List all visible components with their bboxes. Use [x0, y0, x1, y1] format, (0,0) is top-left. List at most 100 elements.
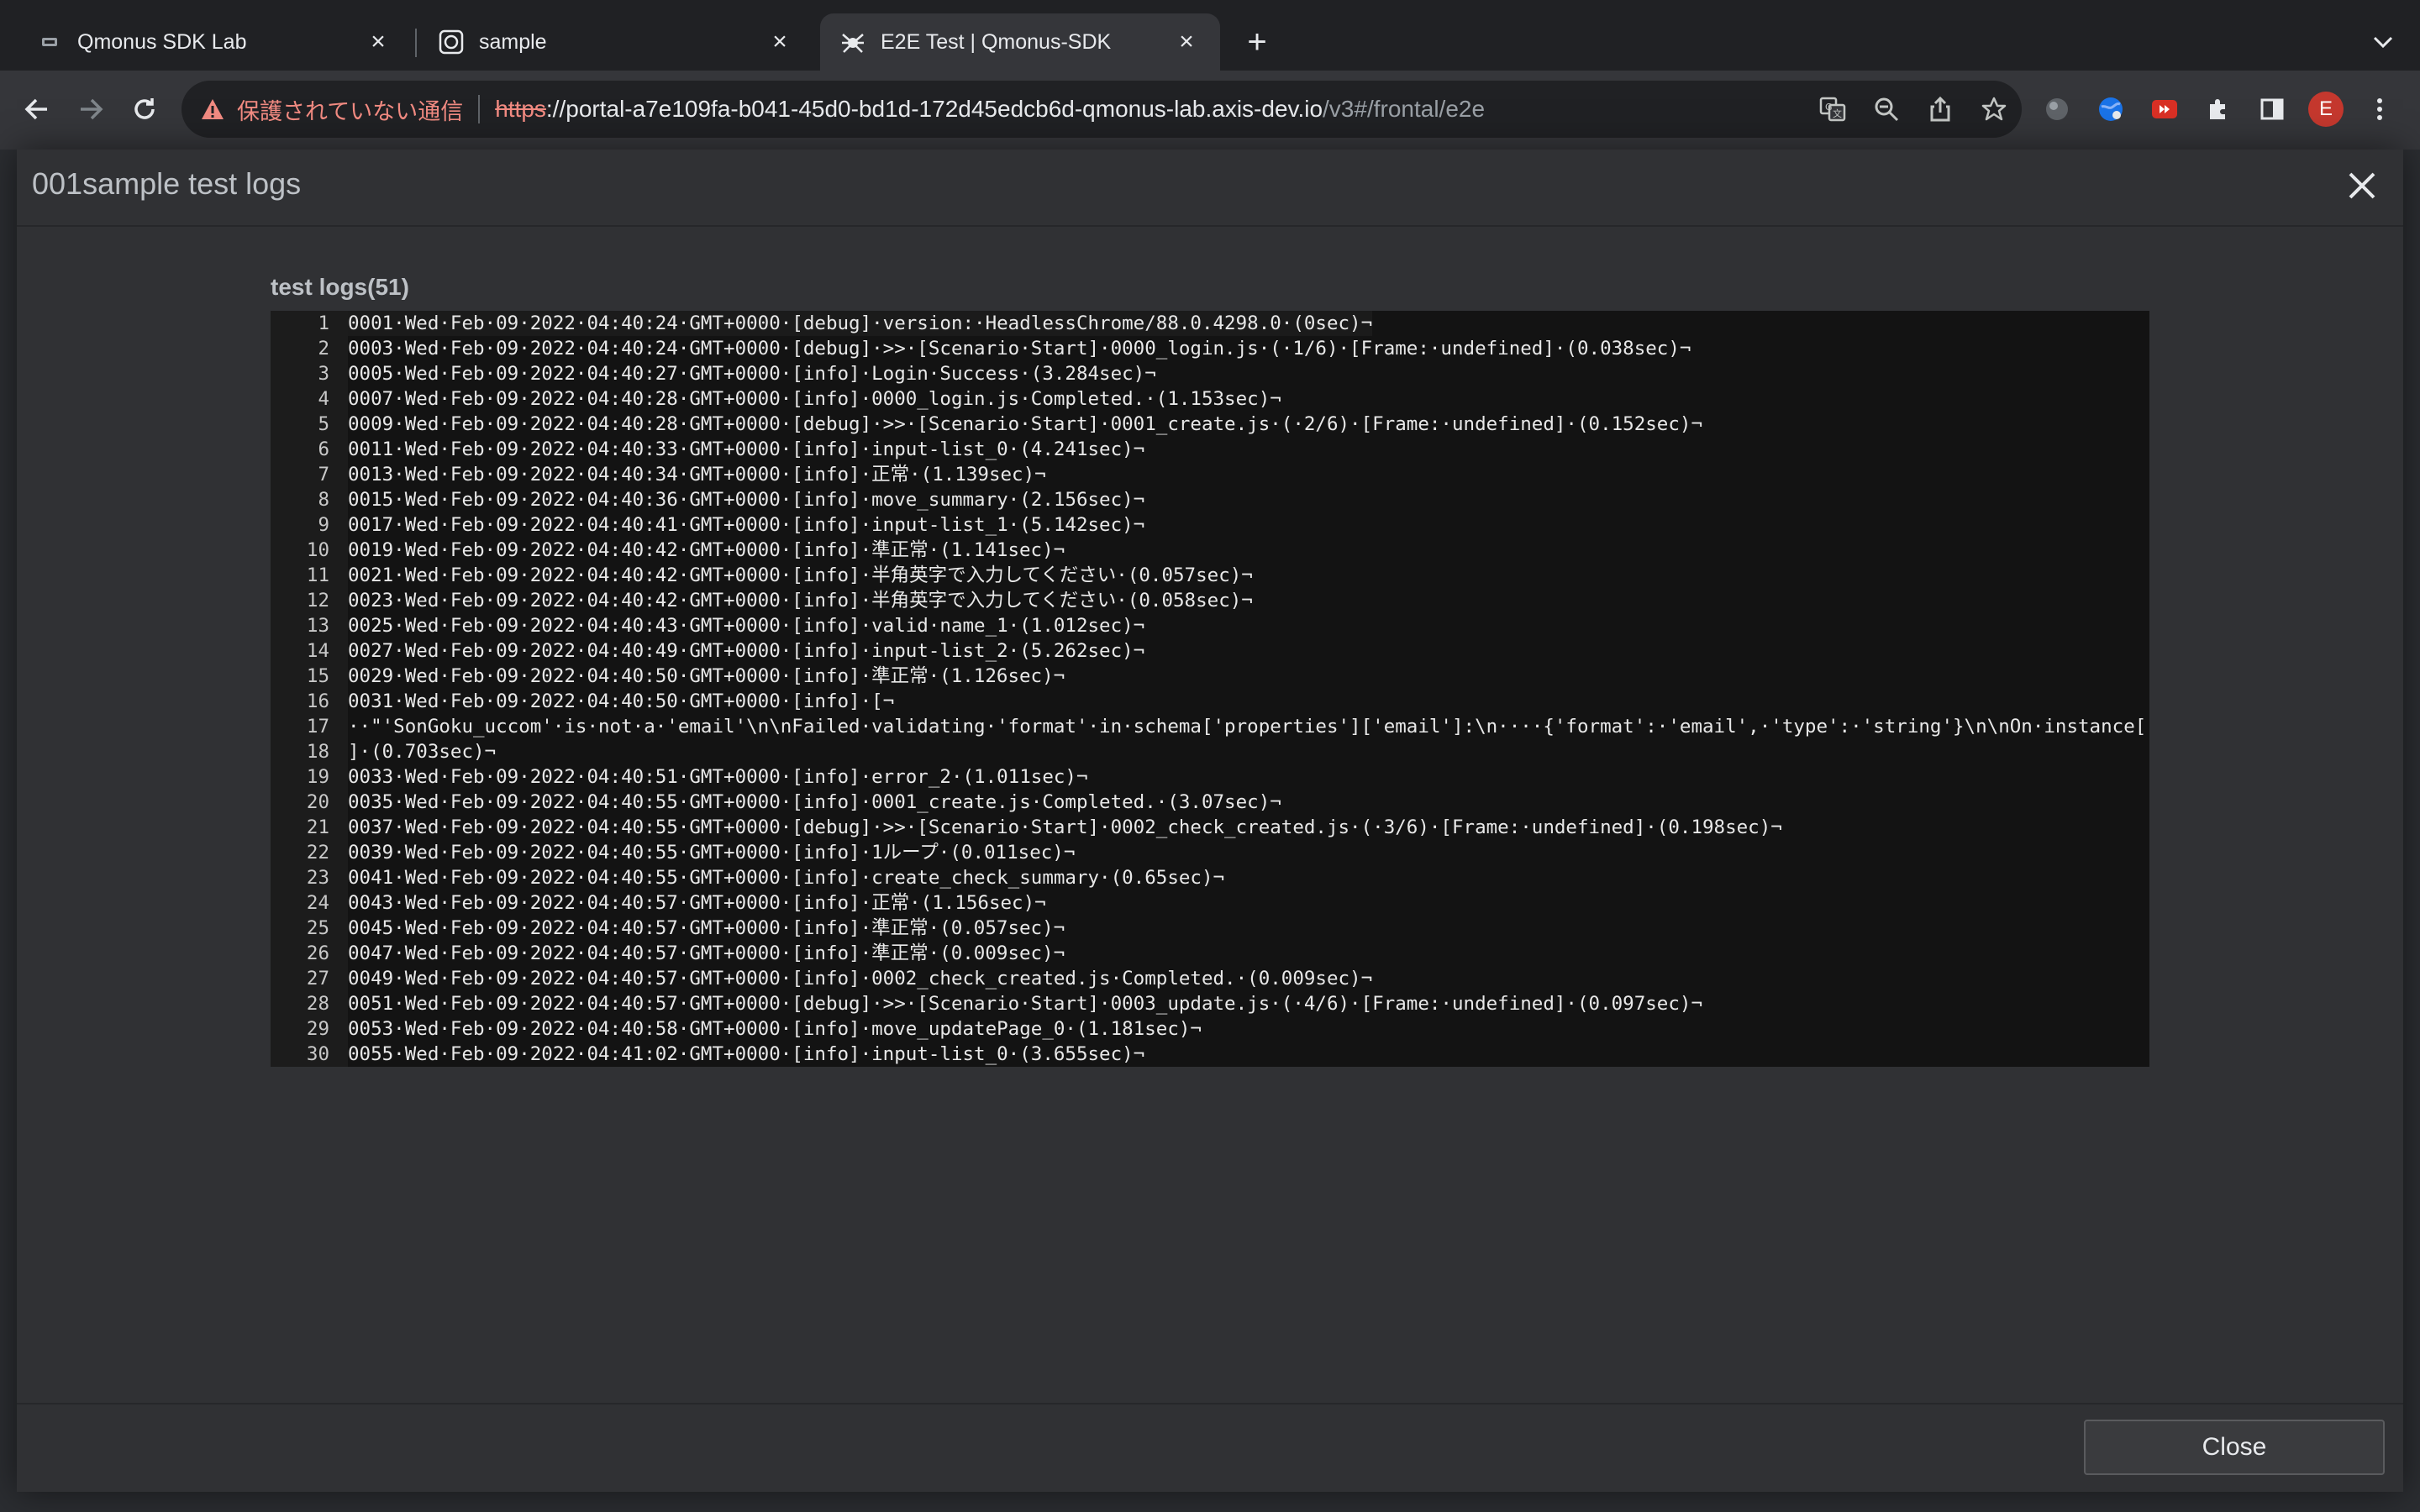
close-icon[interactable]: ×: [365, 28, 392, 55]
url-path: /v3#/frontal/e2e: [1323, 96, 1486, 122]
log-line: 29 0053·Wed·Feb·09·2022·04:40:58·GMT+0000…: [271, 1016, 2149, 1042]
close-button[interactable]: Close: [2084, 1420, 2385, 1475]
tab-e2e-test[interactable]: E2E Test | Qmonus-SDK ×: [820, 13, 1220, 71]
spider-icon: [840, 29, 865, 55]
log-line: 30 0055·Wed·Feb·09·2022·04:41:02·GMT+0000…: [271, 1042, 2149, 1067]
url-host: ://portal-a7e109fa-b041-45d0-bd1d-172d45…: [545, 96, 1323, 122]
extension-video-icon[interactable]: [2144, 89, 2185, 129]
line-number: 13: [271, 613, 348, 638]
line-number: 9: [271, 512, 348, 538]
log-line: 15 0029·Wed·Feb·09·2022·04:40:50·GMT+0000…: [271, 664, 2149, 689]
log-text: 0045·Wed·Feb·09·2022·04:40:57·GMT+0000·[…: [348, 917, 1065, 939]
log-line: 5 0009·Wed·Feb·09·2022·04:40:28·GMT+0000·…: [271, 412, 2149, 437]
tab-separator: [415, 29, 417, 57]
translate-icon[interactable]: G文: [1815, 92, 1850, 127]
svg-text:文: 文: [1833, 108, 1842, 119]
log-line: 12 0023·Wed·Feb·09·2022·04:40:42·GMT+0000…: [271, 588, 2149, 613]
line-number: 15: [271, 664, 348, 689]
log-line: 21 0037·Wed·Feb·09·2022·04:40:55·GMT+0000…: [271, 815, 2149, 840]
log-text: 0043·Wed·Feb·09·2022·04:40:57·GMT+0000·[…: [348, 892, 1046, 914]
log-line: 14 0027·Wed·Feb·09·2022·04:40:49·GMT+0000…: [271, 638, 2149, 664]
chevron-down-icon[interactable]: [2365, 24, 2402, 60]
log-text: 0005·Wed·Feb·09·2022·04:40:27·GMT+0000·[…: [348, 363, 1156, 385]
log-line: 18]·(0.703sec)¬: [271, 739, 2149, 764]
line-number: 5: [271, 412, 348, 437]
line-number: 16: [271, 689, 348, 714]
log-line: 1 0001·Wed·Feb·09·2022·04:40:24·GMT+0000·…: [271, 311, 2149, 336]
line-number: 7: [271, 462, 348, 487]
log-line: 19 0033·Wed·Feb·09·2022·04:40:51·GMT+0000…: [271, 764, 2149, 790]
log-viewer[interactable]: 1 0001·Wed·Feb·09·2022·04:40:24·GMT+0000·…: [271, 311, 2149, 1067]
line-number: 2: [271, 336, 348, 361]
line-number: 18: [271, 739, 348, 764]
new-tab-button[interactable]: +: [1239, 24, 1276, 60]
log-text: 0015·Wed·Feb·09·2022·04:40:36·GMT+0000·[…: [348, 489, 1145, 511]
log-text: ]·(0.703sec)¬: [348, 741, 497, 763]
zoom-out-icon[interactable]: [1869, 92, 1904, 127]
line-number: 29: [271, 1016, 348, 1042]
line-number: 20: [271, 790, 348, 815]
line-number: 11: [271, 563, 348, 588]
log-text: 0003·Wed·Feb·09·2022·04:40:24·GMT+0000·[…: [348, 338, 1691, 360]
bookmark-star-icon[interactable]: [1976, 92, 2012, 127]
log-text: 0037·Wed·Feb·09·2022·04:40:55·GMT+0000·[…: [348, 816, 1782, 838]
log-line: 8 0015·Wed·Feb·09·2022·04:40:36·GMT+0000·…: [271, 487, 2149, 512]
log-text: 0007·Wed·Feb·09·2022·04:40:28·GMT+0000·[…: [348, 388, 1281, 410]
log-text: 0001·Wed·Feb·09·2022·04:40:24·GMT+0000·[…: [348, 311, 1373, 336]
line-number: 17: [271, 714, 348, 739]
log-line: 20 0035·Wed·Feb·09·2022·04:40:55·GMT+0000…: [271, 790, 2149, 815]
svg-text:G: G: [1825, 102, 1833, 113]
line-number: 28: [271, 991, 348, 1016]
browser-toolbar: 保護されていない通信 https://portal-a7e109fa-b041-…: [0, 71, 2420, 150]
log-line: 3 0005·Wed·Feb·09·2022·04:40:27·GMT+0000·…: [271, 361, 2149, 386]
tab-title: sample: [479, 29, 547, 54]
more-menu-icon[interactable]: [2360, 89, 2400, 129]
url-text[interactable]: https://portal-a7e109fa-b041-45d0-bd1d-1…: [495, 96, 1485, 123]
close-icon[interactable]: ×: [1173, 28, 1200, 55]
log-text: 0041·Wed·Feb·09·2022·04:40:55·GMT+0000·[…: [348, 867, 1225, 889]
log-line: 16 0031·Wed·Feb·09·2022·04:40:50·GMT+0000…: [271, 689, 2149, 714]
log-line: 25 0045·Wed·Feb·09·2022·04:40:57·GMT+0000…: [271, 916, 2149, 941]
log-text: 0053·Wed·Feb·09·2022·04:40:58·GMT+0000·[…: [348, 1018, 1202, 1040]
back-button[interactable]: [15, 87, 59, 131]
log-text: 0051·Wed·Feb·09·2022·04:40:57·GMT+0000·[…: [348, 993, 1702, 1015]
divider: [478, 95, 481, 123]
log-text: 0009·Wed·Feb·09·2022·04:40:28·GMT+0000·[…: [348, 413, 1702, 435]
reload-button[interactable]: [123, 87, 166, 131]
line-number: 30: [271, 1042, 348, 1067]
log-text: 0047·Wed·Feb·09·2022·04:40:57·GMT+0000·[…: [348, 942, 1065, 964]
qmonus-icon: [37, 29, 62, 55]
log-line: 17 ··"'SonGoku_uccom'·is·not·a·'email'\n\…: [271, 714, 2149, 739]
log-line: 9 0017·Wed·Feb·09·2022·04:40:41·GMT+0000·…: [271, 512, 2149, 538]
extension-earth-icon[interactable]: [2091, 89, 2131, 129]
forward-button[interactable]: [69, 87, 113, 131]
log-line: 23 0041·Wed·Feb·09·2022·04:40:55·GMT+0000…: [271, 865, 2149, 890]
puzzle-icon[interactable]: [2198, 89, 2238, 129]
warning-icon[interactable]: [198, 95, 227, 123]
modal-footer: Close: [17, 1403, 2403, 1492]
log-text: 0039·Wed·Feb·09·2022·04:40:55·GMT+0000·[…: [348, 842, 1076, 864]
profile-avatar[interactable]: E: [2306, 89, 2346, 129]
modal-body: test logs(51) 1 0001·Wed·Feb·09·2022·04:4…: [17, 225, 2403, 1403]
side-panel-icon[interactable]: [2252, 89, 2292, 129]
address-bar-actions: G文: [1815, 81, 2012, 138]
log-text: ··"'SonGoku_uccom'·is·not·a·'email'\n\nF…: [348, 716, 2149, 738]
modal-title: 001sample test logs: [32, 166, 302, 201]
log-text: 0017·Wed·Feb·09·2022·04:40:41·GMT+0000·[…: [348, 514, 1145, 536]
log-line: 2 0003·Wed·Feb·09·2022·04:40:24·GMT+0000·…: [271, 336, 2149, 361]
line-number: 6: [271, 437, 348, 462]
avatar: E: [2308, 92, 2344, 127]
tab-sample[interactable]: sample ×: [418, 13, 813, 71]
tab-qmonus-sdk-lab[interactable]: Qmonus SDK Lab ×: [17, 13, 412, 71]
security-status[interactable]: 保護されていない通信: [237, 93, 463, 126]
logs-heading: test logs(51): [271, 274, 409, 300]
extension-globe-icon[interactable]: [2037, 89, 2077, 129]
line-number: 3: [271, 361, 348, 386]
log-text: 0021·Wed·Feb·09·2022·04:40:42·GMT+0000·[…: [348, 564, 1253, 586]
close-icon[interactable]: ×: [766, 28, 793, 55]
close-icon[interactable]: [2339, 163, 2385, 208]
share-icon[interactable]: [1923, 92, 1958, 127]
extension-icons: E: [2037, 82, 2400, 136]
globe-icon: [439, 29, 464, 55]
address-bar[interactable]: 保護されていない通信 https://portal-a7e109fa-b041-…: [182, 81, 2022, 138]
